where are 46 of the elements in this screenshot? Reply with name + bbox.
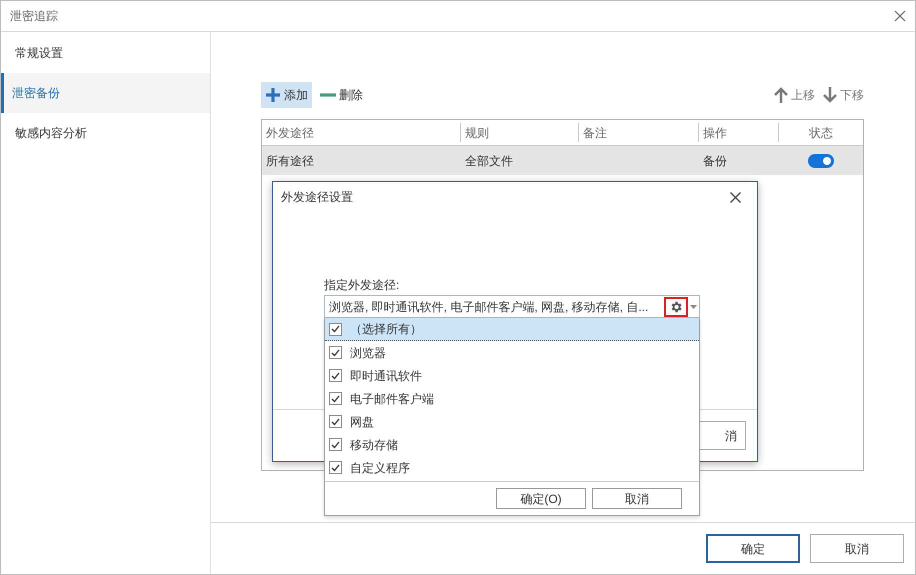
table-cell-text: 所有途径 bbox=[265, 152, 315, 170]
settings-icon[interactable] bbox=[664, 296, 688, 316]
cancel-button[interactable]: 取消 bbox=[592, 488, 682, 509]
ok-button[interactable]: 确定 bbox=[706, 534, 800, 563]
dropdown-field[interactable]: 浏览器, 即时通讯软件, 电子邮件客户端, 网盘, 移动存储, 自... bbox=[324, 295, 700, 318]
arrow-down-icon bbox=[823, 87, 837, 103]
close-icon[interactable] bbox=[730, 192, 741, 202]
column-header[interactable]: 外发途径 bbox=[266, 124, 314, 142]
field-value: 浏览器, 即时通讯软件, 电子邮件客户端, 网盘, 移动存储, 自... bbox=[329, 298, 650, 316]
list-option[interactable]: 电子邮件客户端 bbox=[325, 387, 699, 410]
move-down-button[interactable]: 下移 bbox=[823, 82, 864, 108]
sidebar-item[interactable]: 敏感内容分析 bbox=[1, 113, 210, 153]
checkbox[interactable] bbox=[329, 369, 342, 382]
minus-icon bbox=[320, 92, 336, 98]
remove-button[interactable]: 删除 bbox=[316, 82, 367, 108]
table-row[interactable]: 所有途径 全部文件 备份 bbox=[262, 146, 863, 175]
column-header[interactable]: 规则 bbox=[465, 124, 489, 142]
plus-icon bbox=[265, 87, 281, 103]
list-option[interactable]: 自定义程序 bbox=[325, 456, 699, 479]
cancel-button[interactable]: 取消 bbox=[810, 534, 904, 563]
checkbox[interactable] bbox=[329, 392, 342, 405]
checkbox[interactable] bbox=[329, 322, 342, 336]
ok-button[interactable]: 确定(O) bbox=[496, 488, 586, 509]
checkbox[interactable] bbox=[329, 438, 342, 451]
caret-icon[interactable] bbox=[690, 304, 697, 308]
field-label: 指定外发途径: bbox=[324, 277, 400, 294]
sidebar-item[interactable]: 泄密备份 bbox=[1, 73, 210, 113]
table-cell-text: 备份 bbox=[702, 152, 728, 170]
window-title: 泄密追踪 bbox=[10, 8, 58, 25]
table-cell-text: 全部文件 bbox=[464, 152, 514, 170]
checkbox[interactable] bbox=[329, 461, 342, 474]
list-option[interactable]: 即时通讯软件 bbox=[325, 364, 699, 387]
list-option[interactable]: 浏览器 bbox=[325, 341, 699, 364]
column-header[interactable]: 状态 bbox=[809, 124, 833, 142]
dialog-title: 外发途径设置 bbox=[281, 189, 353, 206]
close-icon[interactable] bbox=[894, 10, 906, 22]
move-up-button[interactable]: 上移 bbox=[774, 82, 815, 108]
column-header[interactable]: 操作 bbox=[703, 124, 727, 142]
arrow-up-icon bbox=[774, 87, 788, 103]
add-button[interactable]: 添加 bbox=[261, 82, 312, 108]
checkbox[interactable] bbox=[329, 415, 342, 428]
toggle-switch[interactable] bbox=[808, 154, 834, 168]
sidebar-item[interactable]: 常规设置 bbox=[1, 33, 210, 73]
checkbox[interactable] bbox=[329, 346, 342, 359]
column-header[interactable]: 备注 bbox=[583, 124, 607, 142]
list-option[interactable]: （选择所有） bbox=[325, 318, 699, 341]
